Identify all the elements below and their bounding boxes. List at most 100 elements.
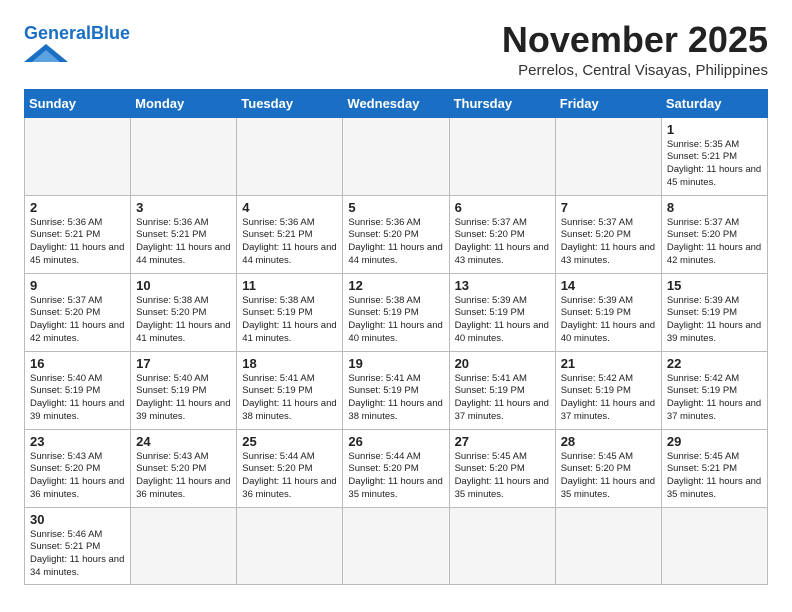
calendar-cell: 2 Sunrise: 5:36 AM Sunset: 5:21 PM Daylig… bbox=[25, 195, 131, 273]
calendar-cell: 25Sunrise: 5:44 AM Sunset: 5:20 PM Dayli… bbox=[237, 429, 343, 507]
logo-icon bbox=[24, 44, 68, 62]
calendar-cell bbox=[449, 117, 555, 195]
week-row-3: 9 Sunrise: 5:37 AM Sunset: 5:20 PM Daylig… bbox=[25, 273, 768, 351]
calendar-cell: 8Sunrise: 5:37 AM Sunset: 5:20 PM Daylig… bbox=[661, 195, 767, 273]
day-number: 10 bbox=[136, 278, 231, 293]
calendar-cell bbox=[343, 117, 449, 195]
weekday-header-friday: Friday bbox=[555, 89, 661, 117]
day-number: 11 bbox=[242, 278, 337, 293]
calendar-cell: 5 Sunrise: 5:36 AM Sunset: 5:20 PM Daylig… bbox=[343, 195, 449, 273]
day-info: Sunrise: 5:39 AM Sunset: 5:19 PM Dayligh… bbox=[561, 295, 656, 346]
day-number: 7 bbox=[561, 200, 656, 215]
calendar-cell bbox=[661, 507, 767, 584]
day-number: 25 bbox=[242, 434, 337, 449]
day-info: Sunrise: 5:36 AM Sunset: 5:20 PM Dayligh… bbox=[348, 217, 443, 268]
calendar-cell bbox=[237, 507, 343, 584]
weekday-header-saturday: Saturday bbox=[661, 89, 767, 117]
day-info: Sunrise: 5:37 AM Sunset: 5:20 PM Dayligh… bbox=[30, 295, 125, 346]
calendar-cell: 30 Sunrise: 5:46 AM Sunset: 5:21 PM Dayli… bbox=[25, 507, 131, 584]
calendar-cell bbox=[555, 117, 661, 195]
day-info: Sunrise: 5:45 AM Sunset: 5:20 PM Dayligh… bbox=[561, 451, 656, 502]
weekday-header-row: SundayMondayTuesdayWednesdayThursdayFrid… bbox=[25, 89, 768, 117]
day-info: Sunrise: 5:39 AM Sunset: 5:19 PM Dayligh… bbox=[667, 295, 762, 346]
calendar-cell bbox=[131, 117, 237, 195]
calendar-cell: 24 Sunrise: 5:43 AM Sunset: 5:20 PM Dayli… bbox=[131, 429, 237, 507]
calendar-cell bbox=[237, 117, 343, 195]
day-number: 9 bbox=[30, 278, 125, 293]
day-number: 6 bbox=[455, 200, 550, 215]
calendar-cell: 9 Sunrise: 5:37 AM Sunset: 5:20 PM Daylig… bbox=[25, 273, 131, 351]
day-number: 30 bbox=[30, 512, 125, 527]
day-info: Sunrise: 5:40 AM Sunset: 5:19 PM Dayligh… bbox=[136, 373, 231, 424]
day-number: 19 bbox=[348, 356, 443, 371]
day-number: 5 bbox=[348, 200, 443, 215]
day-info: Sunrise: 5:41 AM Sunset: 5:19 PM Dayligh… bbox=[348, 373, 443, 424]
calendar-cell: 22Sunrise: 5:42 AM Sunset: 5:19 PM Dayli… bbox=[661, 351, 767, 429]
calendar-cell: 4 Sunrise: 5:36 AM Sunset: 5:21 PM Daylig… bbox=[237, 195, 343, 273]
calendar-cell bbox=[555, 507, 661, 584]
weekday-header-monday: Monday bbox=[131, 89, 237, 117]
day-number: 4 bbox=[242, 200, 337, 215]
calendar-cell bbox=[131, 507, 237, 584]
day-number: 22 bbox=[667, 356, 762, 371]
calendar-cell: 7Sunrise: 5:37 AM Sunset: 5:20 PM Daylig… bbox=[555, 195, 661, 273]
calendar-cell: 19 Sunrise: 5:41 AM Sunset: 5:19 PM Dayli… bbox=[343, 351, 449, 429]
logo-text: GeneralBlue bbox=[24, 24, 130, 42]
location-title: Perrelos, Central Visayas, Philippines bbox=[502, 62, 768, 79]
day-info: Sunrise: 5:35 AM Sunset: 5:21 PM Dayligh… bbox=[667, 139, 762, 190]
day-info: Sunrise: 5:43 AM Sunset: 5:20 PM Dayligh… bbox=[136, 451, 231, 502]
day-info: Sunrise: 5:44 AM Sunset: 5:20 PM Dayligh… bbox=[348, 451, 443, 502]
day-number: 26 bbox=[348, 434, 443, 449]
day-info: Sunrise: 5:36 AM Sunset: 5:21 PM Dayligh… bbox=[136, 217, 231, 268]
calendar-cell bbox=[449, 507, 555, 584]
weekday-header-sunday: Sunday bbox=[25, 89, 131, 117]
day-info: Sunrise: 5:39 AM Sunset: 5:19 PM Dayligh… bbox=[455, 295, 550, 346]
week-row-4: 16Sunrise: 5:40 AM Sunset: 5:19 PM Dayli… bbox=[25, 351, 768, 429]
calendar-cell: 21Sunrise: 5:42 AM Sunset: 5:19 PM Dayli… bbox=[555, 351, 661, 429]
day-info: Sunrise: 5:36 AM Sunset: 5:21 PM Dayligh… bbox=[242, 217, 337, 268]
week-row-6: 30 Sunrise: 5:46 AM Sunset: 5:21 PM Dayli… bbox=[25, 507, 768, 584]
logo-general: General bbox=[24, 23, 91, 43]
day-number: 24 bbox=[136, 434, 231, 449]
calendar-cell: 6 Sunrise: 5:37 AM Sunset: 5:20 PM Daylig… bbox=[449, 195, 555, 273]
day-info: Sunrise: 5:37 AM Sunset: 5:20 PM Dayligh… bbox=[455, 217, 550, 268]
day-number: 17 bbox=[136, 356, 231, 371]
calendar-cell bbox=[25, 117, 131, 195]
calendar-cell: 16Sunrise: 5:40 AM Sunset: 5:19 PM Dayli… bbox=[25, 351, 131, 429]
week-row-5: 23Sunrise: 5:43 AM Sunset: 5:20 PM Dayli… bbox=[25, 429, 768, 507]
calendar: SundayMondayTuesdayWednesdayThursdayFrid… bbox=[24, 89, 768, 585]
day-info: Sunrise: 5:38 AM Sunset: 5:19 PM Dayligh… bbox=[348, 295, 443, 346]
day-number: 2 bbox=[30, 200, 125, 215]
day-info: Sunrise: 5:45 AM Sunset: 5:21 PM Dayligh… bbox=[667, 451, 762, 502]
day-number: 20 bbox=[455, 356, 550, 371]
day-info: Sunrise: 5:46 AM Sunset: 5:21 PM Dayligh… bbox=[30, 529, 125, 580]
day-info: Sunrise: 5:36 AM Sunset: 5:21 PM Dayligh… bbox=[30, 217, 125, 268]
calendar-cell: 10 Sunrise: 5:38 AM Sunset: 5:20 PM Dayli… bbox=[131, 273, 237, 351]
weekday-header-tuesday: Tuesday bbox=[237, 89, 343, 117]
day-number: 1 bbox=[667, 122, 762, 137]
calendar-cell: 18Sunrise: 5:41 AM Sunset: 5:19 PM Dayli… bbox=[237, 351, 343, 429]
title-area: November 2025 Perrelos, Central Visayas,… bbox=[502, 20, 768, 79]
day-number: 12 bbox=[348, 278, 443, 293]
calendar-cell: 11 Sunrise: 5:38 AM Sunset: 5:19 PM Dayli… bbox=[237, 273, 343, 351]
day-number: 3 bbox=[136, 200, 231, 215]
day-info: Sunrise: 5:43 AM Sunset: 5:20 PM Dayligh… bbox=[30, 451, 125, 502]
day-info: Sunrise: 5:37 AM Sunset: 5:20 PM Dayligh… bbox=[667, 217, 762, 268]
month-title: November 2025 bbox=[502, 20, 768, 60]
week-row-2: 2 Sunrise: 5:36 AM Sunset: 5:21 PM Daylig… bbox=[25, 195, 768, 273]
day-info: Sunrise: 5:41 AM Sunset: 5:19 PM Dayligh… bbox=[455, 373, 550, 424]
day-number: 29 bbox=[667, 434, 762, 449]
week-row-1: 1 Sunrise: 5:35 AM Sunset: 5:21 PM Daylig… bbox=[25, 117, 768, 195]
calendar-cell: 23Sunrise: 5:43 AM Sunset: 5:20 PM Dayli… bbox=[25, 429, 131, 507]
calendar-cell: 12 Sunrise: 5:38 AM Sunset: 5:19 PM Dayli… bbox=[343, 273, 449, 351]
day-number: 28 bbox=[561, 434, 656, 449]
day-info: Sunrise: 5:40 AM Sunset: 5:19 PM Dayligh… bbox=[30, 373, 125, 424]
calendar-cell: 15Sunrise: 5:39 AM Sunset: 5:19 PM Dayli… bbox=[661, 273, 767, 351]
calendar-cell: 20 Sunrise: 5:41 AM Sunset: 5:19 PM Dayli… bbox=[449, 351, 555, 429]
day-info: Sunrise: 5:38 AM Sunset: 5:19 PM Dayligh… bbox=[242, 295, 337, 346]
weekday-header-thursday: Thursday bbox=[449, 89, 555, 117]
day-number: 21 bbox=[561, 356, 656, 371]
header: GeneralBlue November 2025 Perrelos, Cent… bbox=[24, 20, 768, 79]
calendar-cell: 13Sunrise: 5:39 AM Sunset: 5:19 PM Dayli… bbox=[449, 273, 555, 351]
day-info: Sunrise: 5:38 AM Sunset: 5:20 PM Dayligh… bbox=[136, 295, 231, 346]
